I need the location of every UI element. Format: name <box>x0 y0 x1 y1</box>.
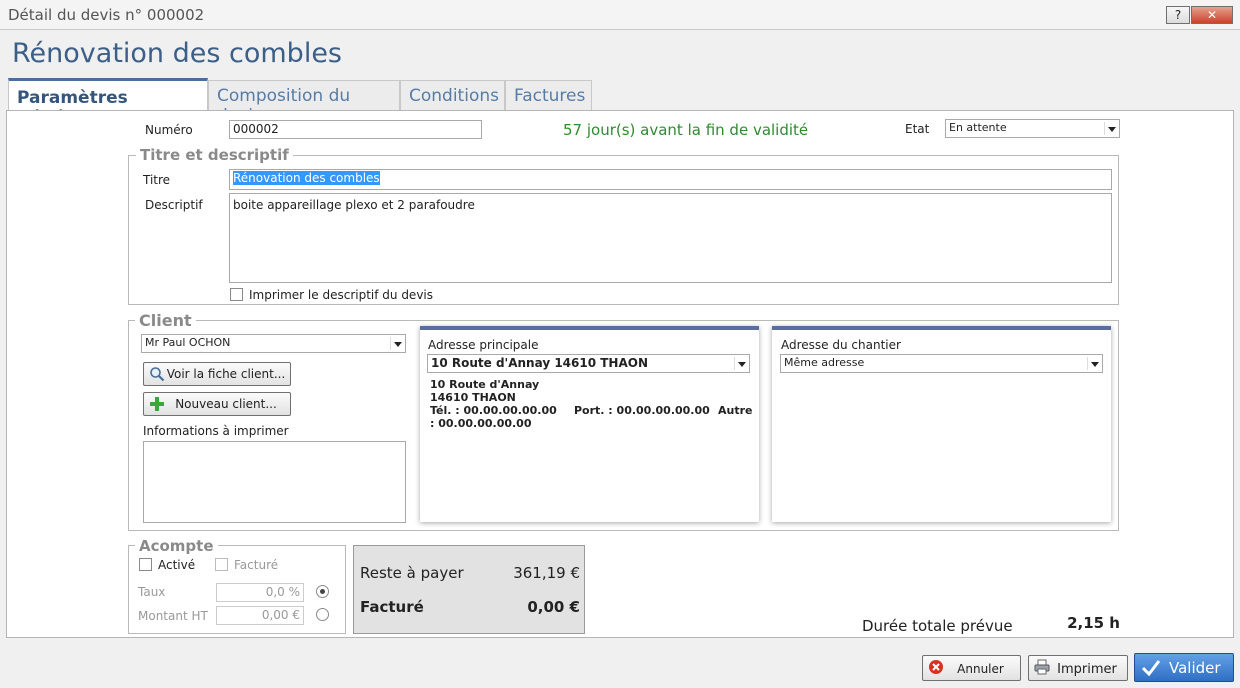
titre-label: Titre <box>143 173 171 187</box>
checkmark-icon <box>1141 660 1161 677</box>
imprimer-label: Imprimer <box>1057 662 1117 677</box>
adresse-principale-title: Adresse principale <box>428 338 539 352</box>
descriptif-textarea[interactable]: boite appareillage plexo et 2 parafoudre <box>229 193 1112 283</box>
facture-total-label: Facturé <box>360 598 424 616</box>
taux-label: Taux <box>138 585 166 599</box>
tab-conditions[interactable]: Conditions <box>400 80 505 110</box>
annuler-button[interactable]: Annuler <box>922 655 1021 681</box>
adresse-line1: 10 Route d'Annay <box>430 378 540 391</box>
tab-factures[interactable]: Factures <box>505 80 592 110</box>
acompte-facture-checkbox[interactable] <box>215 558 228 571</box>
taux-input[interactable]: 0,0 % <box>216 583 304 602</box>
montant-ht-input[interactable]: 0,00 € <box>216 606 304 625</box>
close-button[interactable]: ✕ <box>1191 6 1233 24</box>
voir-fiche-client-button[interactable]: Voir la fiche client... <box>143 362 291 386</box>
adresse-tel: Tél. : 00.00.00.00.00 <box>430 404 557 417</box>
client-group-title: Client <box>135 311 196 330</box>
client-select[interactable]: Mr Paul OCHON <box>141 334 406 353</box>
taux-radio[interactable] <box>316 585 329 598</box>
tab-composition-du-devis[interactable]: Composition du devis <box>208 80 400 126</box>
duree-totale-label: Durée totale prévue <box>862 617 1013 635</box>
numero-input[interactable]: 000002 <box>229 120 482 139</box>
client-select-value: Mr Paul OCHON <box>145 336 231 349</box>
infos-imprimer-textarea[interactable] <box>143 441 406 523</box>
adresse-principale-select[interactable]: 10 Route d'Annay 14610 THAON <box>427 354 750 373</box>
montant-ht-label: Montant HT <box>138 609 208 623</box>
montant-ht-radio[interactable] <box>316 608 329 621</box>
validity-text: 57 jour(s) avant la fin de validité <box>563 121 809 139</box>
window-title: Détail du devis n° 000002 <box>8 6 205 24</box>
adresse-port: Port. : 00.00.00.00.00 <box>574 404 710 417</box>
card-accent-bar <box>420 326 759 330</box>
acompte-facture-label: Facturé <box>234 558 279 572</box>
page-title: Rénovation des combles <box>12 38 342 69</box>
facture-total-value: 0,00 € <box>527 598 580 616</box>
chevron-down-icon <box>1087 357 1100 370</box>
adresse-chantier-select[interactable]: Même adresse <box>780 354 1103 373</box>
acompte-active-label: Activé <box>158 558 196 572</box>
adresse-chantier-select-value: Même adresse <box>784 356 865 369</box>
infos-imprimer-label: Informations à imprimer <box>143 424 289 438</box>
duree-totale-value: 2,15 h <box>1067 614 1120 632</box>
reste-a-payer-label: Reste à payer <box>360 564 464 582</box>
voir-fiche-client-label: Voir la fiche client... <box>166 367 286 381</box>
titre-descriptif-group-title: Titre et descriptif <box>136 146 293 164</box>
print-descriptif-checkbox[interactable] <box>230 288 243 301</box>
reste-a-payer-value: 361,19 € <box>513 564 580 582</box>
titre-input-selected-text: Rénovation des combles <box>233 171 380 185</box>
nouveau-client-button[interactable]: Nouveau client... <box>143 392 291 416</box>
etat-label: Etat <box>905 122 930 136</box>
acompte-active-checkbox[interactable] <box>139 558 152 571</box>
chevron-down-icon <box>390 337 403 350</box>
numero-label: Numéro <box>145 123 193 137</box>
etat-select[interactable]: En attente <box>945 119 1120 138</box>
help-button[interactable]: ? <box>1166 6 1190 24</box>
annuler-label: Annuler <box>957 662 1004 676</box>
card-accent-bar <box>772 326 1111 330</box>
window-titlebar: Détail du devis n° 000002 ? ✕ <box>0 0 1240 30</box>
tab-parametres-generaux[interactable]: Paramètres généraux <box>8 78 208 128</box>
adresse-autre-value: : 00.00.00.00.00 <box>430 417 532 430</box>
descriptif-label: Descriptif <box>145 198 203 212</box>
adresse-line2: 14610 THAON <box>430 391 516 404</box>
valider-button[interactable]: Valider <box>1134 653 1234 682</box>
nouveau-client-label: Nouveau client... <box>175 397 277 411</box>
valider-label: Valider <box>1169 659 1221 677</box>
adresse-chantier-title: Adresse du chantier <box>781 338 901 352</box>
adresse-principale-select-value: 10 Route d'Annay 14610 THAON <box>431 356 649 370</box>
etat-select-value: En attente <box>949 121 1007 134</box>
adresse-autre-label: Autre <box>718 404 753 417</box>
totals-box <box>353 545 585 634</box>
imprimer-button[interactable]: Imprimer <box>1028 655 1128 681</box>
chevron-down-icon <box>734 357 747 370</box>
print-descriptif-label: Imprimer le descriptif du devis <box>249 288 434 302</box>
titre-input[interactable]: Rénovation des combles <box>229 169 1112 190</box>
chevron-down-icon <box>1104 122 1117 135</box>
acompte-group-title: Acompte <box>135 537 218 555</box>
close-icon: ✕ <box>1206 8 1218 22</box>
